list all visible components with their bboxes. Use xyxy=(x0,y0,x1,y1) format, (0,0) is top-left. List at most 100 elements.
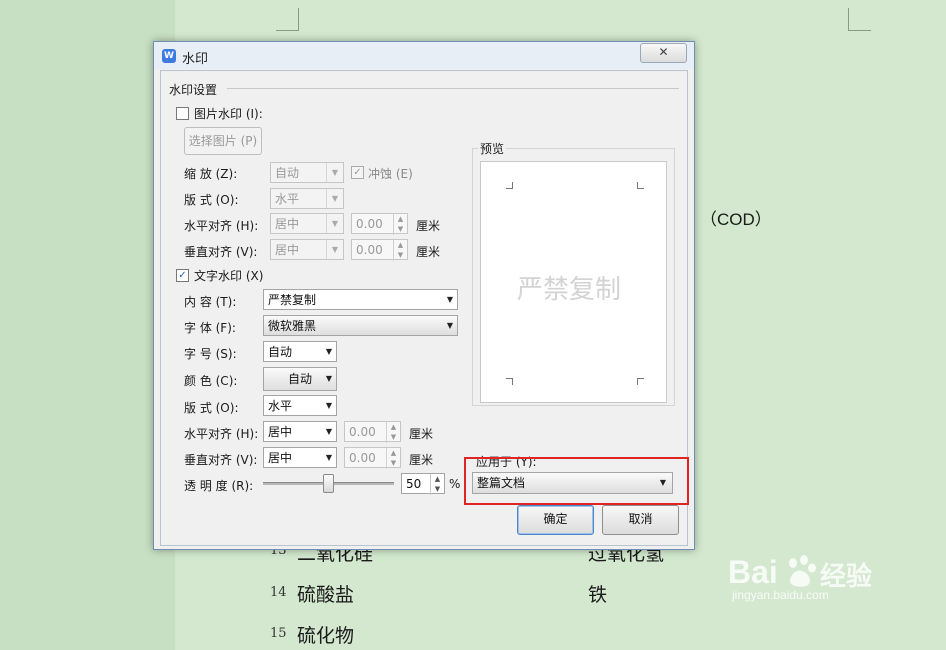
preview-corner-mark xyxy=(637,182,644,189)
content-label: 内 容 (T): xyxy=(184,295,237,309)
chevron-down-icon: ▼ xyxy=(325,401,332,410)
doc-row-left: 硫化物 xyxy=(297,625,355,647)
scale-label: 缩 放 (Z): xyxy=(184,167,238,181)
font-value: 微软雅黑 xyxy=(268,319,317,333)
font-select[interactable]: 微软雅黑 ▼ xyxy=(263,315,458,336)
picture-halign-offset-input[interactable]: 0.00 ▲ ▼ xyxy=(351,213,408,235)
select-picture-button[interactable]: 选择图片 (P) xyxy=(184,127,262,155)
close-button[interactable]: ✕ xyxy=(640,43,687,63)
scale-select[interactable]: 自动 ▼ xyxy=(270,162,344,183)
picture-watermark-checkbox[interactable] xyxy=(176,107,189,120)
text-valign-offset-value: 0.00 xyxy=(349,451,376,465)
text-valign-select[interactable]: 居中 ▼ xyxy=(263,447,337,468)
cancel-button[interactable]: 取消 xyxy=(602,505,679,535)
spin-up-icon[interactable]: ▲ xyxy=(431,474,444,484)
chevron-down-icon: ▼ xyxy=(325,453,332,462)
washout-checkbox[interactable]: ✓ xyxy=(351,166,364,179)
chevron-down-icon: ▼ xyxy=(326,240,343,259)
spinner[interactable]: ▲ ▼ xyxy=(430,474,444,495)
wps-writer-icon: W xyxy=(162,49,176,63)
text-watermark-label: 文字水印 (X) xyxy=(194,269,264,283)
picture-layout-label: 版 式 (O): xyxy=(184,193,239,207)
preview-corner-mark xyxy=(506,182,513,189)
baidu-logo-text: Bai xyxy=(728,554,778,590)
unit-label: 厘米 xyxy=(409,453,434,467)
unit-label: 厘米 xyxy=(416,219,441,233)
spin-up-icon[interactable]: ▲ xyxy=(387,422,400,432)
spin-up-icon[interactable]: ▲ xyxy=(394,214,407,224)
font-label: 字 体 (F): xyxy=(184,321,236,335)
spinner[interactable]: ▲ ▼ xyxy=(393,240,407,261)
ok-button[interactable]: 确定 xyxy=(517,505,594,535)
chevron-down-icon: ▼ xyxy=(446,321,453,330)
preview-watermark-text: 严禁复制 xyxy=(517,275,622,305)
spinner[interactable]: ▲ ▼ xyxy=(386,422,400,443)
chevron-down-icon: ▼ xyxy=(325,347,332,356)
picture-halign-offset-value: 0.00 xyxy=(356,217,383,231)
text-valign-label: 垂直对齐 (V): xyxy=(184,453,258,467)
color-value: 自动 xyxy=(287,372,312,386)
unit-label: 厘米 xyxy=(409,427,434,441)
jingyan-url: jingyan.baidu.com xyxy=(732,588,829,602)
transparency-label: 透 明 度 (R): xyxy=(184,479,254,493)
spin-down-icon[interactable]: ▼ xyxy=(387,458,400,468)
content-select[interactable]: 严禁复制 ▼ xyxy=(263,289,458,310)
doc-row-left: 硫酸盐 xyxy=(297,584,355,606)
text-layout-select[interactable]: 水平 ▼ xyxy=(263,395,337,416)
watermark-dialog: W 水印 ✕ 水印设置 图片水印 (I): 选择图片 (P) 缩 放 (Z): … xyxy=(153,41,695,550)
spin-down-icon[interactable]: ▼ xyxy=(394,250,407,260)
text-valign-offset-input[interactable]: 0.00 ▲ ▼ xyxy=(344,447,401,469)
chevron-down-icon: ▼ xyxy=(325,374,332,383)
chevron-down-icon: ▼ xyxy=(325,427,332,436)
preview-corner-mark xyxy=(637,378,644,385)
text-halign-value: 居中 xyxy=(268,425,293,439)
spin-up-icon[interactable]: ▲ xyxy=(387,448,400,458)
text-layout-label: 版 式 (O): xyxy=(184,401,239,415)
baidu-jingyan-watermark: Bai 经验 jingyan.baidu.com xyxy=(728,550,898,602)
text-halign-offset-value: 0.00 xyxy=(349,425,376,439)
doc-cod-text: （COD） xyxy=(700,210,772,229)
transparency-slider-thumb[interactable] xyxy=(323,474,334,493)
highlight-box xyxy=(464,457,689,505)
size-value: 自动 xyxy=(268,345,293,359)
picture-halign-select[interactable]: 居中 ▼ xyxy=(270,213,344,234)
picture-halign-label: 水平对齐 (H): xyxy=(184,219,259,233)
size-select[interactable]: 自动 ▼ xyxy=(263,341,337,362)
spin-up-icon[interactable]: ▲ xyxy=(394,240,407,250)
dialog-title: 水印 xyxy=(182,52,209,67)
dialog-titlebar[interactable]: W 水印 ✕ xyxy=(154,42,694,69)
chevron-down-icon: ▼ xyxy=(326,214,343,233)
transparency-value: 50 xyxy=(406,477,422,491)
spin-down-icon[interactable]: ▼ xyxy=(394,224,407,234)
text-watermark-checkbox[interactable]: ✓ xyxy=(176,269,189,282)
spin-down-icon[interactable]: ▼ xyxy=(387,432,400,442)
picture-valign-offset-input[interactable]: 0.00 ▲ ▼ xyxy=(351,239,408,261)
preview-corner-mark xyxy=(506,378,513,385)
doc-row-right: 铁 xyxy=(588,584,608,606)
picture-valign-select[interactable]: 居中 ▼ xyxy=(270,239,344,260)
baidu-paw-icon xyxy=(789,555,816,587)
picture-valign-offset-value: 0.00 xyxy=(356,243,383,257)
chevron-down-icon: ▼ xyxy=(326,189,343,208)
text-halign-offset-input[interactable]: 0.00 ▲ ▼ xyxy=(344,421,401,443)
picture-valign-label: 垂直对齐 (V): xyxy=(184,245,258,259)
washout-label: 冲蚀 (E) xyxy=(368,167,413,181)
spin-down-icon[interactable]: ▼ xyxy=(431,484,444,494)
picture-halign-value: 居中 xyxy=(275,217,300,231)
spinner[interactable]: ▲ ▼ xyxy=(393,214,407,235)
text-halign-select[interactable]: 居中 ▼ xyxy=(263,421,337,442)
text-valign-value: 居中 xyxy=(268,451,293,465)
transparency-input[interactable]: 50 ▲ ▼ xyxy=(401,473,445,495)
text-layout-value: 水平 xyxy=(268,399,293,413)
picture-layout-select[interactable]: 水平 ▼ xyxy=(270,188,344,209)
dialog-body: 水印设置 图片水印 (I): 选择图片 (P) 缩 放 (Z): 自动 ▼ ✓ 冲… xyxy=(160,70,689,546)
picture-watermark-label: 图片水印 (I): xyxy=(194,107,263,121)
color-select[interactable]: 自动 ▼ xyxy=(263,367,337,391)
color-label: 颜 色 (C): xyxy=(184,374,238,388)
spinner[interactable]: ▲ ▼ xyxy=(386,448,400,469)
content-value: 严禁复制 xyxy=(268,293,317,307)
chevron-down-icon: ▼ xyxy=(326,163,343,182)
picture-layout-value: 水平 xyxy=(275,192,300,206)
group-divider xyxy=(227,88,679,89)
unit-label: 厘米 xyxy=(416,245,441,259)
